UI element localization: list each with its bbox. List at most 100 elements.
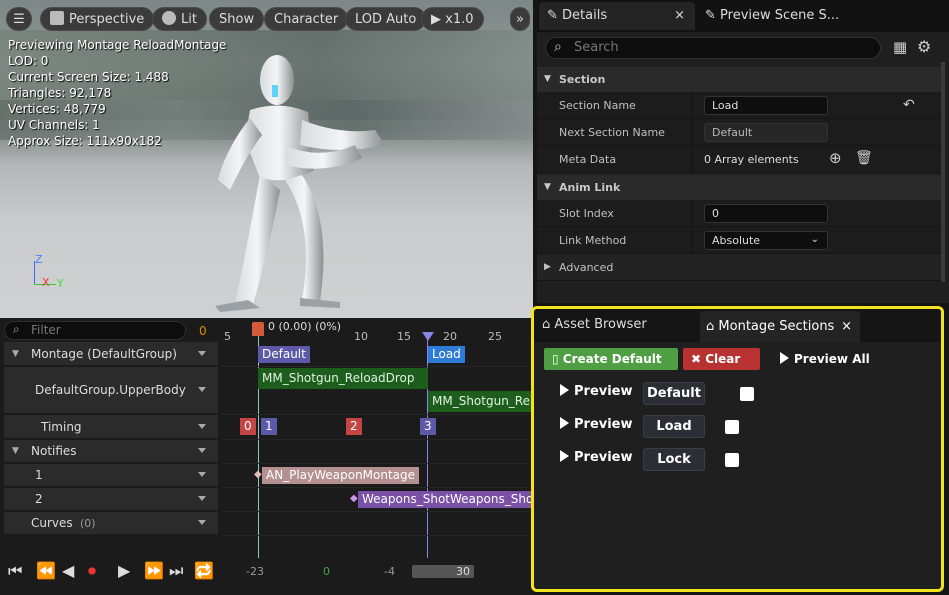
- timeline-ruler[interactable]: 5 0 (0.00) (0%) 10 15 20 25: [222, 318, 533, 343]
- chevron-down-icon: ▼: [544, 182, 551, 192]
- loop-icon[interactable]: 🔁: [194, 561, 214, 580]
- toolbar-overflow-button[interactable]: »: [510, 7, 530, 31]
- stat-line: Approx Size: 111x90x182: [8, 134, 162, 148]
- row-link-method: Link Method Absolute ⌄: [537, 227, 945, 254]
- tab-details[interactable]: ✎ Details ×: [539, 2, 695, 30]
- axis-y-label: Y: [57, 277, 64, 290]
- asset-browser-icon: ⌂: [542, 317, 551, 332]
- category-advanced[interactable]: ▶ Advanced: [537, 254, 945, 281]
- filter-count: 0: [199, 324, 207, 338]
- skip-to-start-icon[interactable]: ⏮: [8, 561, 22, 581]
- section-checkbox[interactable]: [725, 420, 739, 434]
- track-montage[interactable]: ▼ Montage (DefaultGroup): [4, 342, 218, 366]
- preview-section-button[interactable]: Preview: [560, 417, 633, 432]
- tab-preview-scene[interactable]: ✎ Preview Scene S...: [703, 2, 863, 30]
- transport-controls: ⏮ ⏪ ◀ ⏺ ▶ ⏩ ⏭ 🔁: [6, 561, 218, 583]
- search-icon: ⌕: [554, 39, 562, 55]
- character-button[interactable]: Character: [264, 7, 349, 31]
- tab-asset-browser[interactable]: ⌂ Asset Browser: [542, 317, 647, 332]
- section-name-field[interactable]: Load: [704, 96, 828, 115]
- details-scrollbar[interactable]: [941, 62, 945, 282]
- section-button-load[interactable]: Load: [643, 415, 705, 438]
- add-element-icon[interactable]: ⊕: [829, 145, 842, 172]
- viewport-menu-button[interactable]: ☰: [6, 7, 32, 31]
- playhead-handle[interactable]: [252, 322, 264, 336]
- track-notify-2[interactable]: 2: [4, 488, 218, 511]
- close-icon[interactable]: ×: [841, 311, 852, 342]
- clear-button[interactable]: ✖ Clear: [683, 348, 760, 370]
- details-panel: ✎ Details × ✎ Preview Scene S... ⌕ Searc…: [537, 0, 949, 303]
- next-section-field: Default: [704, 123, 828, 142]
- create-default-button[interactable]: ▯ Create Default: [544, 348, 678, 370]
- preview-all-button[interactable]: Preview All: [772, 348, 878, 370]
- timeline-filter-input[interactable]: ⌕ Filter: [4, 321, 186, 340]
- category-anim-link[interactable]: ▼ Anim Link: [537, 175, 945, 200]
- preview-section-button[interactable]: Preview: [560, 450, 633, 465]
- section-marker-load[interactable]: Load: [428, 346, 465, 363]
- reset-arrow-icon[interactable]: ↶: [903, 92, 915, 119]
- play-icon[interactable]: ▶: [118, 561, 130, 580]
- range-bar[interactable]: -23 0 -4 30: [222, 562, 533, 580]
- notify-marker[interactable]: Weapons_ShotWeapons_Shot: [358, 491, 533, 508]
- step-forward-icon[interactable]: ⏩: [144, 561, 164, 580]
- pencil-ruler-icon: ✎: [705, 8, 716, 23]
- notify-diamond-icon: ◆: [254, 469, 262, 480]
- anim-clip[interactable]: MM_Shotgun_Relo: [428, 391, 533, 412]
- chevron-right-icon: ▶: [544, 262, 551, 272]
- axis-z-label: Z: [35, 253, 43, 266]
- section-cursor-marker[interactable]: [422, 332, 434, 341]
- section-checkbox[interactable]: [740, 387, 754, 401]
- chevron-down-icon: ⌄: [810, 234, 819, 245]
- lit-button[interactable]: Lit: [152, 7, 207, 31]
- trash-icon[interactable]: 🗑: [855, 145, 873, 172]
- link-method-dropdown[interactable]: Absolute ⌄: [704, 231, 828, 250]
- section-checkbox[interactable]: [725, 453, 739, 467]
- timing-marker: 2: [346, 418, 362, 435]
- category-section[interactable]: ▼ Section: [537, 67, 945, 92]
- stat-line: UV Channels: 1: [8, 118, 100, 132]
- stat-line: Current Screen Size: 1.488: [8, 70, 169, 84]
- play-reverse-icon[interactable]: ◀: [62, 561, 74, 580]
- chevron-right-icon: »: [516, 12, 524, 27]
- preview-section-button[interactable]: Preview: [560, 384, 633, 399]
- row-section-name: Section Name Load ↶: [537, 92, 945, 119]
- track-timing[interactable]: Timing: [4, 415, 218, 439]
- track-slot[interactable]: DefaultGroup.UpperBody: [4, 367, 218, 414]
- show-button[interactable]: Show: [209, 7, 265, 31]
- chevron-down-icon: ▼: [12, 349, 19, 359]
- stat-line: LOD: 0: [8, 54, 49, 68]
- slot-index-field[interactable]: 0: [704, 204, 828, 223]
- notify-diamond-icon: ◆: [350, 493, 358, 504]
- preview-viewport[interactable]: ☰ Perspective Lit Show Character LOD Aut…: [0, 0, 533, 318]
- anim-clip[interactable]: MM_Shotgun_ReloadDrop: [258, 368, 428, 389]
- notify-marker[interactable]: AN_PlayWeaponMontage: [262, 467, 420, 484]
- playback-speed-button[interactable]: ▶ x1.0: [421, 7, 484, 31]
- axis-gizmo: Z X Y: [30, 253, 70, 295]
- timing-marker: 3: [420, 418, 436, 435]
- skip-to-end-icon[interactable]: ⏭: [169, 561, 183, 581]
- track-curves[interactable]: Curves (0): [4, 512, 218, 535]
- record-icon[interactable]: ⏺: [88, 561, 96, 581]
- play-icon: [780, 352, 789, 364]
- chevron-down-icon: ▼: [12, 446, 19, 456]
- details-search-input[interactable]: ⌕ Search: [545, 37, 881, 59]
- perspective-button[interactable]: Perspective: [40, 7, 155, 31]
- tab-montage-sections[interactable]: ⌂ Montage Sections ×: [700, 311, 860, 342]
- montage-timeline: ⌕ Filter 0 5 0 (0.00) (0%) 10 15 20 25 ▼…: [0, 318, 533, 595]
- track-notifies[interactable]: ▼ Notifies: [4, 440, 218, 463]
- close-icon[interactable]: ×: [674, 2, 685, 30]
- table-view-icon[interactable]: ▦: [893, 38, 907, 56]
- timing-marker: 0: [240, 418, 256, 435]
- axis-x-label: X: [42, 276, 50, 289]
- settings-icon[interactable]: ⚙: [917, 37, 931, 56]
- step-back-icon[interactable]: ⏪: [36, 561, 56, 580]
- timing-marker: 1: [261, 418, 277, 435]
- play-icon: ▶: [431, 12, 446, 27]
- section-button-lock[interactable]: Lock: [643, 448, 705, 471]
- section-button-default[interactable]: Default: [643, 382, 705, 405]
- section-marker-default[interactable]: Default: [258, 346, 310, 363]
- lod-button[interactable]: LOD Auto: [345, 7, 427, 31]
- stat-line: Previewing Montage ReloadMontage: [8, 38, 227, 52]
- track-notify-1[interactable]: 1: [4, 464, 218, 487]
- cube-icon: [50, 11, 64, 25]
